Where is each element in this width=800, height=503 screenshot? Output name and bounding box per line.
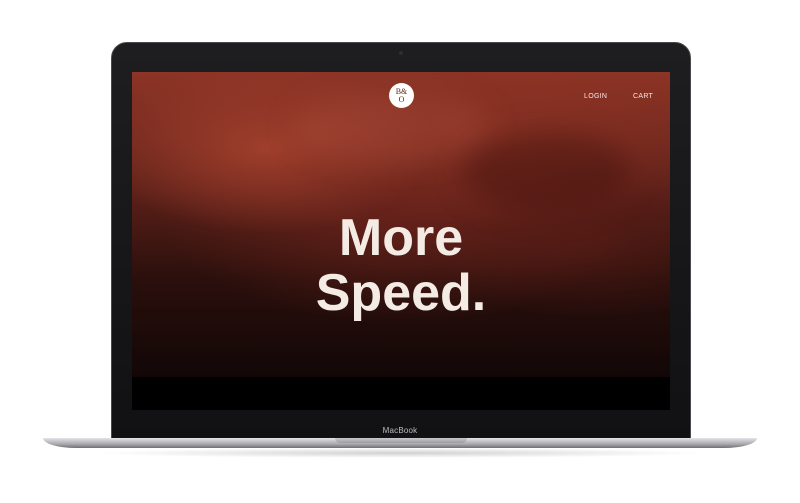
laptop-base-notch [335, 438, 467, 443]
device-brand-label: MacBook [382, 426, 418, 435]
bottom-bar [132, 377, 670, 410]
brand-logo[interactable]: B& O [389, 83, 414, 108]
laptop-lid: B& O LOGIN CART More Speed. [111, 42, 691, 440]
nav-cart-link[interactable]: CART [633, 93, 653, 100]
smoke-texture [462, 132, 632, 212]
laptop-shadow [90, 448, 710, 458]
hero-banner: B& O LOGIN CART More Speed. [132, 72, 670, 377]
hero-headline-line-1: More [338, 209, 464, 267]
logo-text-bottom: O [398, 94, 405, 104]
laptop-screen: B& O LOGIN CART More Speed. [132, 72, 670, 410]
hero-headline-line-2: Speed. [315, 264, 487, 322]
nav-login-link[interactable]: LOGIN [584, 93, 607, 100]
camera-icon [399, 51, 403, 55]
